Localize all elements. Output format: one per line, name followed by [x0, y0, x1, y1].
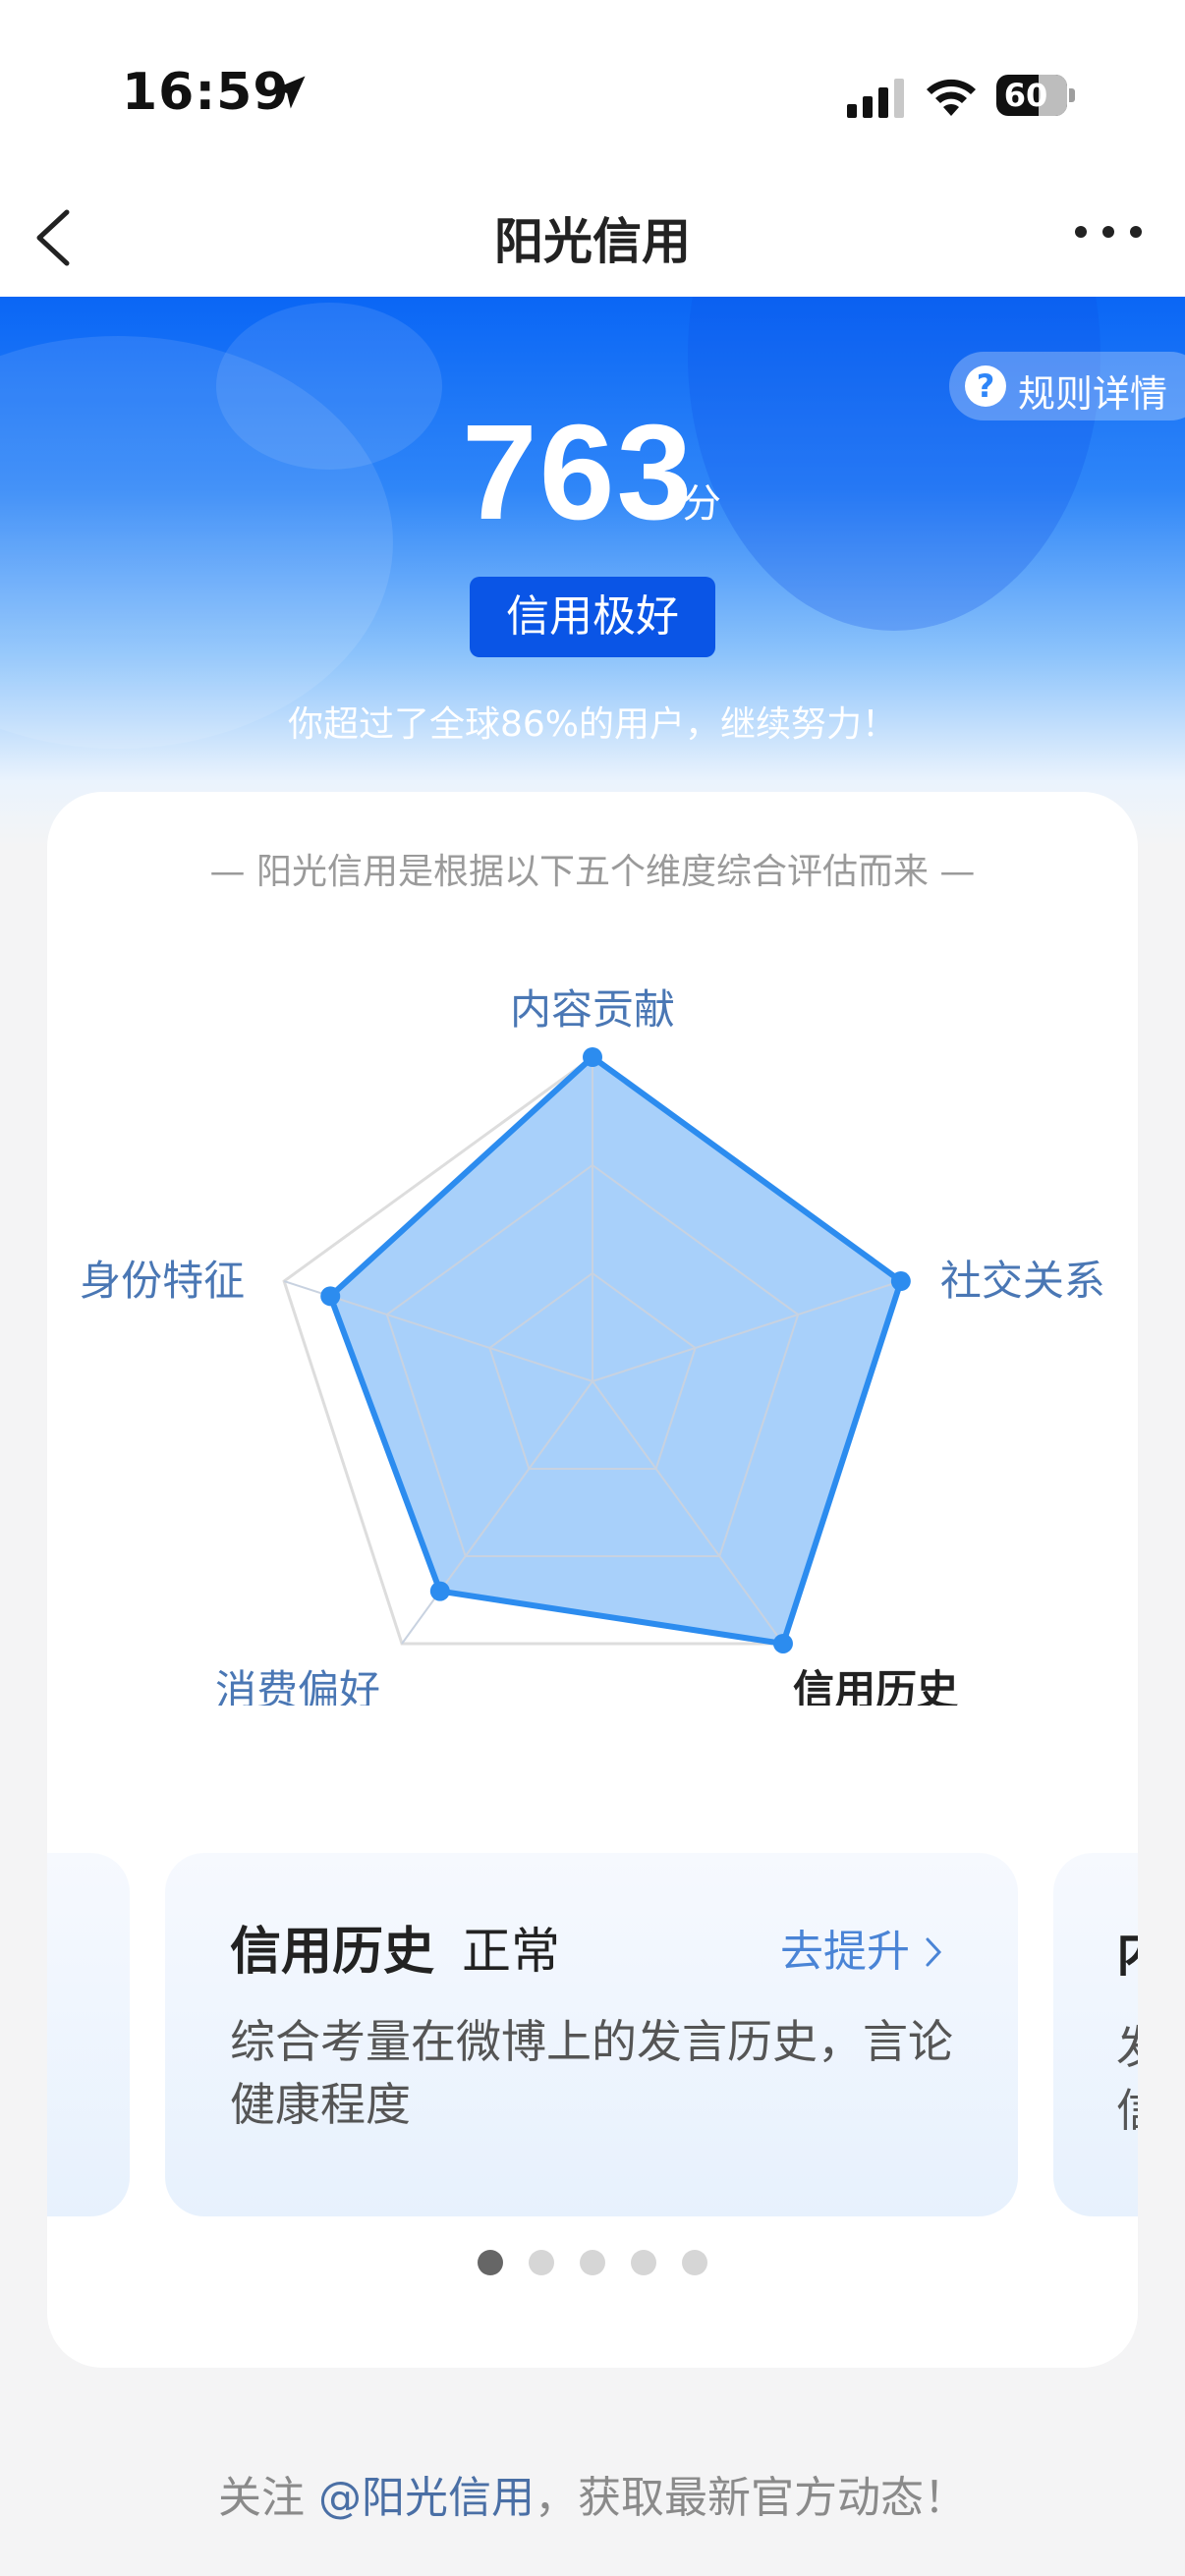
radar-axis-label: 身份特征 [80, 1257, 245, 1305]
wifi-icon [927, 79, 976, 116]
status-time: 16:59 [122, 63, 290, 122]
pager-dot[interactable] [631, 2250, 656, 2275]
pager-dot[interactable] [478, 2250, 503, 2275]
official-account-link[interactable]: @阳光信用 [318, 2473, 535, 2523]
dimension-card-previous[interactable] [47, 1853, 130, 2216]
credit-level-badge: 信用极好 [470, 577, 715, 657]
dimension-card-current[interactable]: 信用历史 正常 去提升 综合考量在微博上的发言历史，言论健康程度 [165, 1853, 1018, 2216]
chevron-right-icon [926, 1937, 942, 1967]
radar-axis-label: 消费偏好 [215, 1666, 380, 1706]
radar-axis-label: 信用历史 [793, 1666, 958, 1706]
next-card-desc-peek: 发 信 [1116, 2016, 1138, 2142]
credit-dimensions-card: — 阳光信用是根据以下五个维度综合评估而来 — 内容贡献社交关系信用历史 消费偏好… [47, 792, 1138, 2368]
radar-data-point [890, 1271, 911, 1292]
radar-chart: 内容贡献社交关系信用历史 消费偏好 身份特征 [80, 985, 1105, 1706]
battery-body: 60 [996, 75, 1067, 116]
percentile-text: 你超过了全球86%的用户，继续努力！ [287, 704, 898, 745]
status-bar: 16:59 60 [0, 0, 1185, 177]
hero-decoration-right [688, 297, 1100, 631]
pager-dot[interactable] [529, 2250, 554, 2275]
question-circle-icon: ? [965, 365, 1006, 407]
footer-follow-text: 关注 @阳光信用，获取最新官方动态！ [0, 2462, 1185, 2525]
hero-decoration-small [216, 303, 442, 470]
credit-score: 763 [462, 397, 695, 548]
radar-data-point [583, 1047, 602, 1067]
card-caption: — 阳光信用是根据以下五个维度综合评估而来 — [209, 852, 976, 892]
radar-axis-label: 社交关系 [940, 1257, 1105, 1305]
improve-link-label: 去提升 [780, 1927, 910, 1977]
pager-dot[interactable] [682, 2250, 707, 2275]
footer-suffix: ，获取最新官方动态！ [535, 2473, 967, 2523]
pager-dot[interactable] [580, 2250, 605, 2275]
radar-data-point [429, 1581, 450, 1601]
page-title: 阳光信用 [494, 213, 691, 270]
battery-indicator: 60 [996, 75, 1075, 116]
more-options-icon[interactable] [1073, 220, 1144, 244]
cellular-signal-icon [847, 79, 904, 118]
dimension-card-next[interactable]: 内 发 信 [1053, 1853, 1138, 2216]
location-arrow-icon [272, 76, 306, 109]
footer-prefix: 关注 [218, 2473, 318, 2523]
nav-bar: 阳光信用 [0, 177, 1185, 297]
score-hero: ? 规则详情 763 分 信用极好 你超过了全球86%的用户，继续努力！ [0, 297, 1185, 847]
carousel-pager [47, 2250, 1138, 2279]
dimension-carousel[interactable]: 信用历史 正常 去提升 综合考量在微博上的发言历史，言论健康程度 内 发 信 [47, 1853, 1138, 2216]
dimension-status: 正常 [462, 1923, 560, 1980]
battery-percentage: 60 [1003, 77, 1048, 114]
improve-link[interactable]: 去提升 [780, 1916, 945, 1979]
radar-data-point [320, 1286, 341, 1307]
radar-axis-label: 内容贡献 [510, 985, 675, 1034]
rules-detail-label: 规则详情 [1018, 372, 1168, 416]
radar-data-point [772, 1633, 793, 1653]
dimension-description: 综合考量在微博上的发言历史，言论健康程度 [230, 2015, 953, 2131]
dimension-name: 信用历史 [230, 1923, 435, 1982]
battery-tip [1069, 88, 1075, 102]
rules-detail-button[interactable]: ? 规则详情 [949, 352, 1185, 420]
credit-score-unit: 分 [682, 481, 721, 527]
next-card-title-peek: 内 [1116, 1912, 1138, 1986]
